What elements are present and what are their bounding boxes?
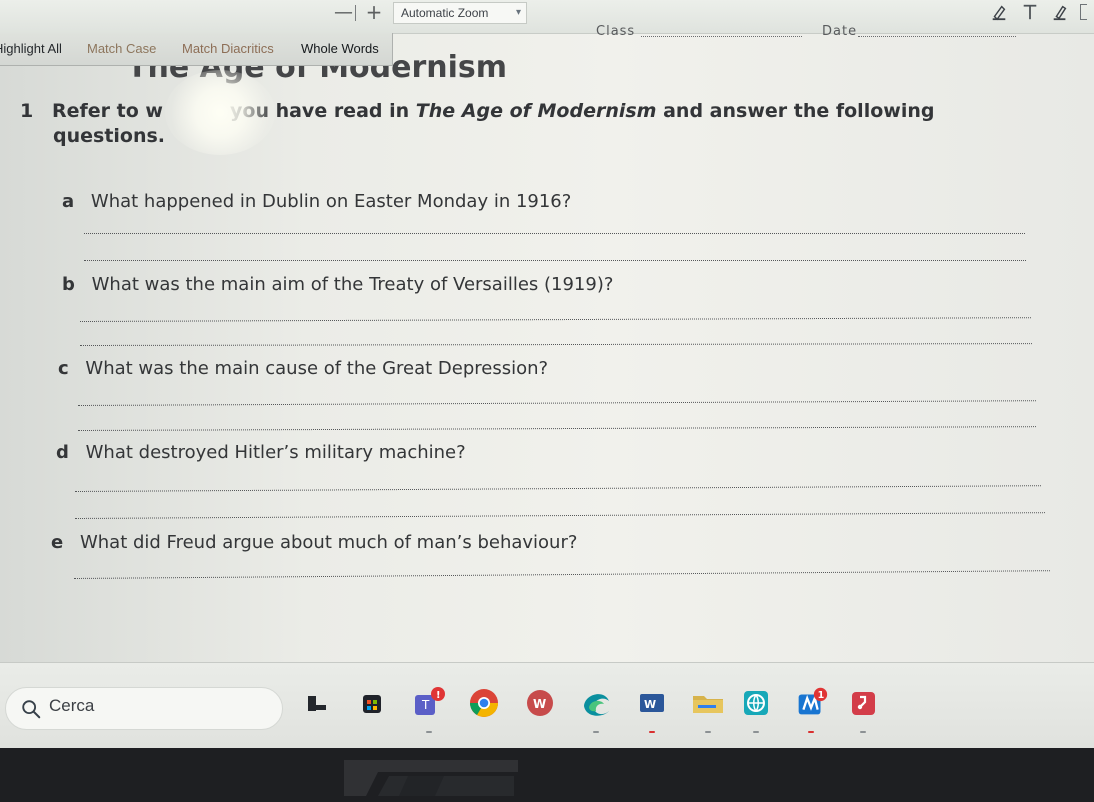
answer-line-a1[interactable] xyxy=(84,233,1025,234)
pdf-app-icon xyxy=(852,692,875,715)
search-label: Cerca xyxy=(49,696,95,715)
class-answer-line xyxy=(641,36,802,37)
chrome-icon xyxy=(470,689,498,717)
zoom-level-select[interactable]: Automatic Zoom ▾ xyxy=(393,2,527,24)
highlight-all-option[interactable]: Highlight All xyxy=(0,41,62,59)
text-tool-icon[interactable] xyxy=(1021,3,1039,21)
draw-tool-icon[interactable] xyxy=(1051,3,1069,21)
task-view-icon xyxy=(308,696,326,711)
highlighter-pen-icon[interactable] xyxy=(990,3,1008,21)
question-d: d What destroyed Hitler’s military machi… xyxy=(56,441,466,465)
running-indicator xyxy=(426,731,432,733)
chrome-button[interactable] xyxy=(465,684,503,722)
svg-text:!: ! xyxy=(436,690,441,701)
running-indicator xyxy=(753,731,759,733)
zoom-in-button[interactable]: + xyxy=(365,2,383,22)
edge-icon xyxy=(584,694,609,716)
class-label: Class xyxy=(596,24,636,39)
edge-button[interactable] xyxy=(577,684,615,733)
answer-line-d1[interactable] xyxy=(75,485,1041,492)
answer-line-b2[interactable] xyxy=(80,343,1033,346)
word-icon: W xyxy=(640,694,664,712)
windows-taskbar: Cerca T ! W W 1 xyxy=(0,662,1094,748)
instruction-text-line: you have read in The Age of Modernism an… xyxy=(230,99,934,123)
question-letter: a xyxy=(62,191,75,212)
teams-icon: T ! xyxy=(415,687,445,715)
match-diacritics-option[interactable]: Match Diacritics xyxy=(182,41,274,59)
laptop-brand-logo xyxy=(344,760,518,796)
word-letter: W xyxy=(644,698,656,711)
svg-text:W: W xyxy=(533,697,546,711)
running-indicator xyxy=(808,731,814,733)
match-case-option[interactable]: Match Case xyxy=(87,41,156,59)
instruction-number: 1 xyxy=(20,100,34,122)
running-indicator xyxy=(649,731,655,733)
answer-line-b1[interactable] xyxy=(80,317,1031,322)
running-indicator xyxy=(705,731,711,733)
question-letter: e xyxy=(51,532,64,553)
microsoft-app-icon: 1 xyxy=(798,687,828,715)
question-letter: b xyxy=(62,274,75,295)
instruction-second-line: questions. xyxy=(53,125,166,147)
instruction-text-middle: you have read in xyxy=(230,100,410,122)
file-explorer-button[interactable] xyxy=(689,684,727,733)
globe-app-icon xyxy=(744,691,768,715)
windows-store-button[interactable] xyxy=(353,684,391,722)
pdf-app-button[interactable] xyxy=(844,684,882,733)
pdf-viewer-window: — + Automatic Zoom ▾ Highlight All Match… xyxy=(0,0,1094,748)
date-answer-line xyxy=(858,36,1016,37)
zoom-level-value: Automatic Zoom xyxy=(401,6,489,20)
question-text: What happened in Dublin on Easter Monday… xyxy=(90,191,572,212)
running-indicator xyxy=(593,731,599,733)
whole-words-option[interactable]: Whole Words xyxy=(301,41,379,59)
question-letter: c xyxy=(58,358,69,379)
instruction-book-title: The Age of Modernism xyxy=(415,100,657,122)
running-indicator xyxy=(860,731,866,733)
toolbar-separator xyxy=(355,5,356,21)
teams-letter: T xyxy=(421,698,430,712)
answer-line-e1[interactable] xyxy=(74,570,1050,579)
instruction-text-end: and answer the following xyxy=(663,100,935,122)
question-a: a What happened in Dublin on Easter Mond… xyxy=(62,190,571,214)
store-icon xyxy=(363,695,381,713)
search-icon xyxy=(22,700,41,719)
notification-badge: 1 xyxy=(818,690,825,701)
question-text: What was the main cause of the Great Dep… xyxy=(85,358,549,379)
answer-line-c1[interactable] xyxy=(78,400,1036,406)
answer-line-a2[interactable] xyxy=(84,260,1026,261)
question-c: c What was the main cause of the Great D… xyxy=(58,357,548,381)
taskbar-search-box[interactable]: Cerca xyxy=(5,687,283,730)
notification-app-button[interactable]: 1 xyxy=(792,684,830,733)
browser-app-button[interactable] xyxy=(737,684,775,733)
question-letter: d xyxy=(56,442,69,463)
teams-button[interactable]: T ! xyxy=(410,684,448,733)
answer-line-d2[interactable] xyxy=(75,512,1045,519)
zoom-out-button[interactable]: — xyxy=(334,3,353,23)
wordwall-icon: W xyxy=(527,690,553,716)
wordwall-button[interactable]: W xyxy=(521,684,559,722)
chevron-down-icon: ▾ xyxy=(515,7,521,18)
question-text: What destroyed Hitler’s military machine… xyxy=(85,442,466,463)
instruction-text-start: Refer to w xyxy=(52,100,163,122)
image-tool-icon[interactable] xyxy=(1080,4,1087,20)
answer-line-c2[interactable] xyxy=(78,426,1036,431)
question-text: What did Freud argue about much of man’s… xyxy=(79,532,578,553)
word-button[interactable]: W xyxy=(633,684,671,733)
question-b: b What was the main aim of the Treaty of… xyxy=(62,273,613,297)
date-label: Date xyxy=(822,24,858,39)
question-e: e What did Freud argue about much of man… xyxy=(51,531,577,555)
find-options-bar: Highlight All Match Case Match Diacritic… xyxy=(0,33,393,66)
folder-icon xyxy=(693,696,723,713)
question-text: What was the main aim of the Treaty of V… xyxy=(91,274,614,295)
task-view-button[interactable] xyxy=(296,684,334,722)
